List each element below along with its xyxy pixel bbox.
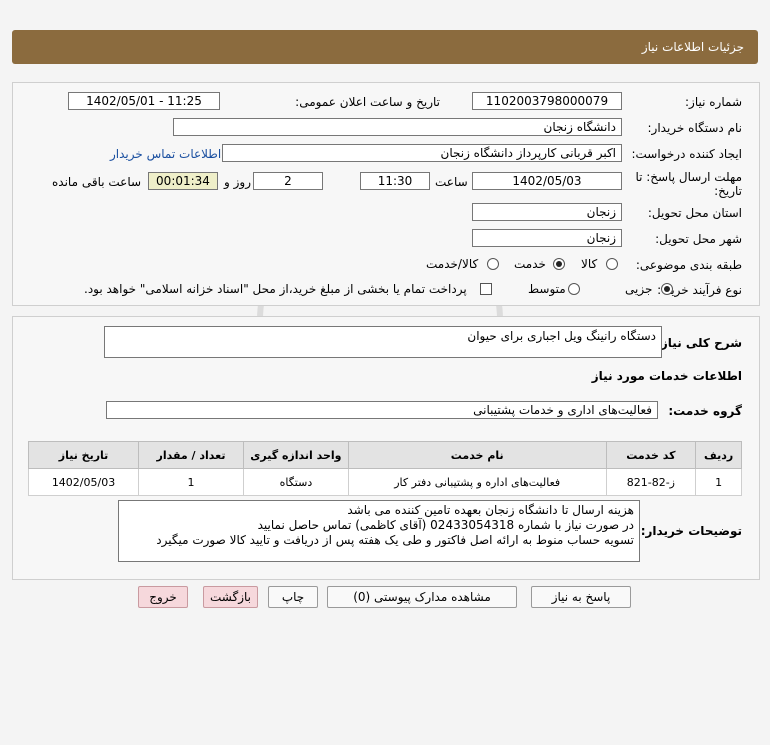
days-field: 2 — [253, 172, 323, 190]
city-field: زنجان — [472, 229, 622, 247]
info-panel — [12, 82, 760, 306]
category-option-goods: کالا — [581, 257, 598, 271]
cell-row-number: 1 — [695, 468, 742, 496]
col-service-code: کد خدمت — [605, 441, 697, 469]
process-option-minor: جزیی — [625, 282, 653, 296]
deadline-date-label: تاریخ: — [714, 184, 742, 198]
exit-button[interactable]: خروج — [138, 586, 188, 608]
table-row: 1 ز-82-821 فعالیت‌های اداره و پشتیبانی د… — [27, 468, 742, 496]
need-number-label: شماره نیاز: — [685, 95, 742, 109]
col-need-date: تاریخ نیاز — [27, 441, 140, 469]
province-label: استان محل تحویل: — [647, 206, 742, 220]
buyer-notes-box: هزینه ارسال تا دانشگاه زنجان بعهده تامین… — [118, 500, 640, 562]
notes-line-1: هزینه ارسال تا دانشگاه زنجان بعهده تامین… — [347, 503, 634, 517]
payment-note: پرداخت تمام یا بخشی از مبلغ خرید،از محل … — [84, 282, 467, 296]
cell-unit: دستگاه — [242, 468, 349, 496]
buyer-label: نام دستگاه خریدار: — [647, 121, 743, 135]
creator-field: اکبر قربانی کارپرداز دانشگاه زنجان — [222, 144, 622, 162]
process-option-medium: متوسط — [528, 282, 566, 296]
deadline-time-field: 11:30 — [360, 172, 430, 190]
creator-label: ایجاد کننده درخواست: — [631, 147, 742, 161]
days-label: روز و — [224, 175, 251, 189]
treasury-checkbox[interactable] — [480, 283, 492, 295]
summary-label: شرح کلی نیاز: — [656, 336, 742, 350]
time-label: ساعت — [435, 175, 468, 189]
process-radio-medium[interactable] — [568, 283, 580, 295]
print-button[interactable]: چاپ — [268, 586, 318, 608]
category-option-goods-service: کالا/خدمت — [426, 257, 479, 271]
category-radio-goods-service[interactable] — [487, 258, 499, 270]
services-table: ردیف کد خدمت نام خدمت واحد اندازه گیری ت… — [27, 441, 742, 496]
category-radio-goods[interactable] — [606, 258, 618, 270]
col-unit: واحد اندازه گیری — [242, 441, 349, 469]
need-number-field: 1102003798000079 — [472, 92, 622, 110]
service-group-label: گروه خدمت: — [668, 404, 742, 418]
col-row-number: ردیف — [695, 441, 742, 469]
province-field: زنجان — [472, 203, 622, 221]
remaining-time-field: 00:01:34 — [148, 172, 218, 190]
attachments-button[interactable]: مشاهده مدارک پیوستی (0) — [327, 586, 517, 608]
page-title: جزئیات اطلاعات نیاز — [641, 40, 744, 54]
reply-button[interactable]: پاسخ به نیاز — [531, 586, 631, 608]
service-group-field: فعالیت‌های اداری و خدمات پشتیبانی — [106, 401, 658, 419]
announce-datetime-field: 1402/05/01 - 11:25 — [68, 92, 220, 110]
notes-line-2: در صورت نیاز با شماره 02433054318 (آقای … — [257, 518, 634, 532]
services-section-title: اطلاعات خدمات مورد نیاز — [591, 369, 742, 383]
cell-service-code: ز-82-821 — [605, 468, 697, 496]
notes-label: توضیحات خریدار: — [640, 524, 742, 538]
table-header-row: ردیف کد خدمت نام خدمت واحد اندازه گیری ت… — [27, 441, 742, 469]
category-radio-service[interactable] — [553, 258, 565, 270]
page-header: جزئیات اطلاعات نیاز — [12, 30, 758, 64]
category-label: طبقه بندی موضوعی: — [635, 258, 742, 272]
city-label: شهر محل تحویل: — [655, 232, 742, 246]
cell-quantity: 1 — [138, 468, 244, 496]
deadline-date-field: 1402/05/03 — [472, 172, 622, 190]
buyer-field: دانشگاه زنجان — [173, 118, 622, 136]
back-button[interactable]: بازگشت — [203, 586, 258, 608]
col-service-name: نام خدمت — [347, 441, 607, 469]
summary-field: دستگاه رانینگ ویل اجباری برای حیوان — [104, 326, 662, 358]
remaining-label: ساعت باقی مانده — [52, 175, 142, 189]
announce-label: تاریخ و ساعت اعلان عمومی: — [295, 95, 440, 109]
buyer-contact-link[interactable]: اطلاعات تماس خریدار — [110, 147, 221, 161]
cell-service-name: فعالیت‌های اداره و پشتیبانی دفتر کار — [347, 468, 607, 496]
process-radio-minor[interactable] — [661, 283, 673, 295]
notes-line-3: تسویه حساب منوط به ارائه اصل فاکتور و طی… — [156, 533, 634, 547]
deadline-label: مهلت ارسال پاسخ: تا — [635, 170, 742, 184]
col-quantity: تعداد / مقدار — [138, 441, 244, 469]
cell-need-date: 1402/05/03 — [27, 468, 140, 496]
category-option-service: خدمت — [514, 257, 546, 271]
